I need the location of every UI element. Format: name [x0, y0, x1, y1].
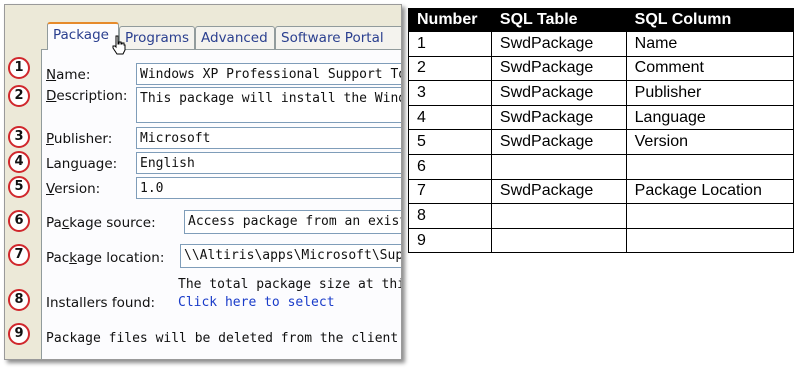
- cell-sql-column: Publisher: [625, 80, 795, 106]
- package-location-label: Package location:: [46, 250, 165, 266]
- cell-number: 1: [408, 31, 492, 57]
- package-size-text: The total package size at this lo: [178, 277, 401, 292]
- language-field[interactable]: English: [136, 152, 401, 174]
- tab-programs[interactable]: Programs: [119, 26, 195, 49]
- cell-sql-table: SwdPackage: [490, 80, 627, 106]
- language-label: Language:: [46, 156, 118, 172]
- cell-number: 8: [408, 203, 492, 229]
- callout-badge-6: 6: [8, 210, 30, 232]
- publisher-label: Publisher:: [46, 131, 113, 147]
- package-tab-panel: Name: Windows XP Professional Support To…: [41, 49, 401, 359]
- cell-sql-table: SwdPackage: [490, 31, 627, 57]
- header-sql-column: SQL Column: [625, 8, 795, 32]
- cell-sql-column: Package Location: [625, 178, 795, 205]
- callout-badge-1: 1: [8, 57, 30, 79]
- cell-sql-column: Version: [625, 129, 795, 155]
- cell-sql-column: [625, 203, 795, 229]
- publisher-field[interactable]: Microsoft: [136, 127, 401, 149]
- version-label: Version:: [46, 181, 101, 197]
- cell-sql-table: SwdPackage: [490, 178, 627, 205]
- callout-badge-7: 7: [8, 244, 30, 266]
- callout-badge-3: 3: [8, 126, 30, 148]
- callout-badge-5: 5: [8, 176, 30, 198]
- table-row: 8: [408, 203, 795, 229]
- table-row: 5 SwdPackage Version: [408, 129, 795, 155]
- cell-sql-column: [625, 153, 795, 180]
- table-row: 4 SwdPackage Language: [408, 104, 795, 131]
- cell-number: 5: [408, 129, 492, 155]
- cell-sql-table: [490, 153, 627, 180]
- callout-badge-8: 8: [8, 289, 30, 311]
- version-field[interactable]: 1.0: [136, 177, 401, 199]
- table-row: 2 SwdPackage Comment: [408, 55, 795, 82]
- select-installers-link[interactable]: Click here to select: [178, 295, 335, 310]
- tab-software-portal[interactable]: Software Portal: [275, 26, 401, 49]
- table-header-row: Number SQL Table SQL Column: [408, 8, 795, 32]
- header-sql-table: SQL Table: [490, 8, 627, 32]
- callout-badge-9: 9: [8, 323, 30, 345]
- cell-number: 6: [408, 153, 492, 180]
- callout-badge-4: 4: [8, 151, 30, 173]
- cell-sql-table: [490, 203, 627, 229]
- cell-sql-column: Language: [625, 104, 795, 131]
- package-source-select[interactable]: Access package from an existi: [184, 210, 401, 234]
- description-field[interactable]: This package will install the Windows: [136, 87, 401, 123]
- name-label: Name:: [46, 67, 91, 83]
- cell-number: 7: [408, 178, 492, 205]
- cell-sql-column: Name: [625, 31, 795, 57]
- table-row: 3 SwdPackage Publisher: [408, 80, 795, 106]
- cell-number: 9: [408, 227, 492, 254]
- cell-number: 4: [408, 104, 492, 131]
- table-row: 1 SwdPackage Name: [408, 31, 795, 57]
- cell-sql-table: SwdPackage: [490, 129, 627, 155]
- cell-sql-column: Comment: [625, 55, 795, 82]
- package-properties-dialog: Package Programs Advanced Software Porta…: [4, 4, 402, 360]
- package-location-field[interactable]: \\Altiris\apps\Microsoft\Suppor: [180, 244, 401, 268]
- callout-badge-2: 2: [8, 85, 30, 107]
- tab-package[interactable]: Package: [47, 22, 119, 50]
- cell-number: 3: [408, 80, 492, 106]
- cell-sql-table: [490, 227, 627, 254]
- table-row: 7 SwdPackage Package Location: [408, 178, 795, 205]
- sql-mapping-table: Number SQL Table SQL Column 1 SwdPackage…: [408, 8, 795, 254]
- description-label: Description:: [46, 88, 128, 104]
- name-field[interactable]: Windows XP Professional Support Too: [136, 63, 401, 85]
- cell-sql-table: SwdPackage: [490, 104, 627, 131]
- hand-cursor-icon: [112, 35, 126, 55]
- cell-sql-column: [625, 227, 795, 254]
- tab-bar: Package Programs Advanced Software Porta…: [47, 22, 401, 50]
- cell-number: 2: [408, 55, 492, 82]
- header-number: Number: [408, 8, 492, 32]
- table-row: 9: [408, 227, 795, 254]
- table-row: 6: [408, 153, 795, 180]
- package-source-label: Package source:: [46, 215, 156, 231]
- delete-package-files-option[interactable]: Package files will be deleted from the c…: [46, 331, 401, 346]
- installers-found-label: Installers found:: [46, 295, 156, 311]
- cell-sql-table: SwdPackage: [490, 55, 627, 82]
- tab-advanced[interactable]: Advanced: [195, 26, 275, 49]
